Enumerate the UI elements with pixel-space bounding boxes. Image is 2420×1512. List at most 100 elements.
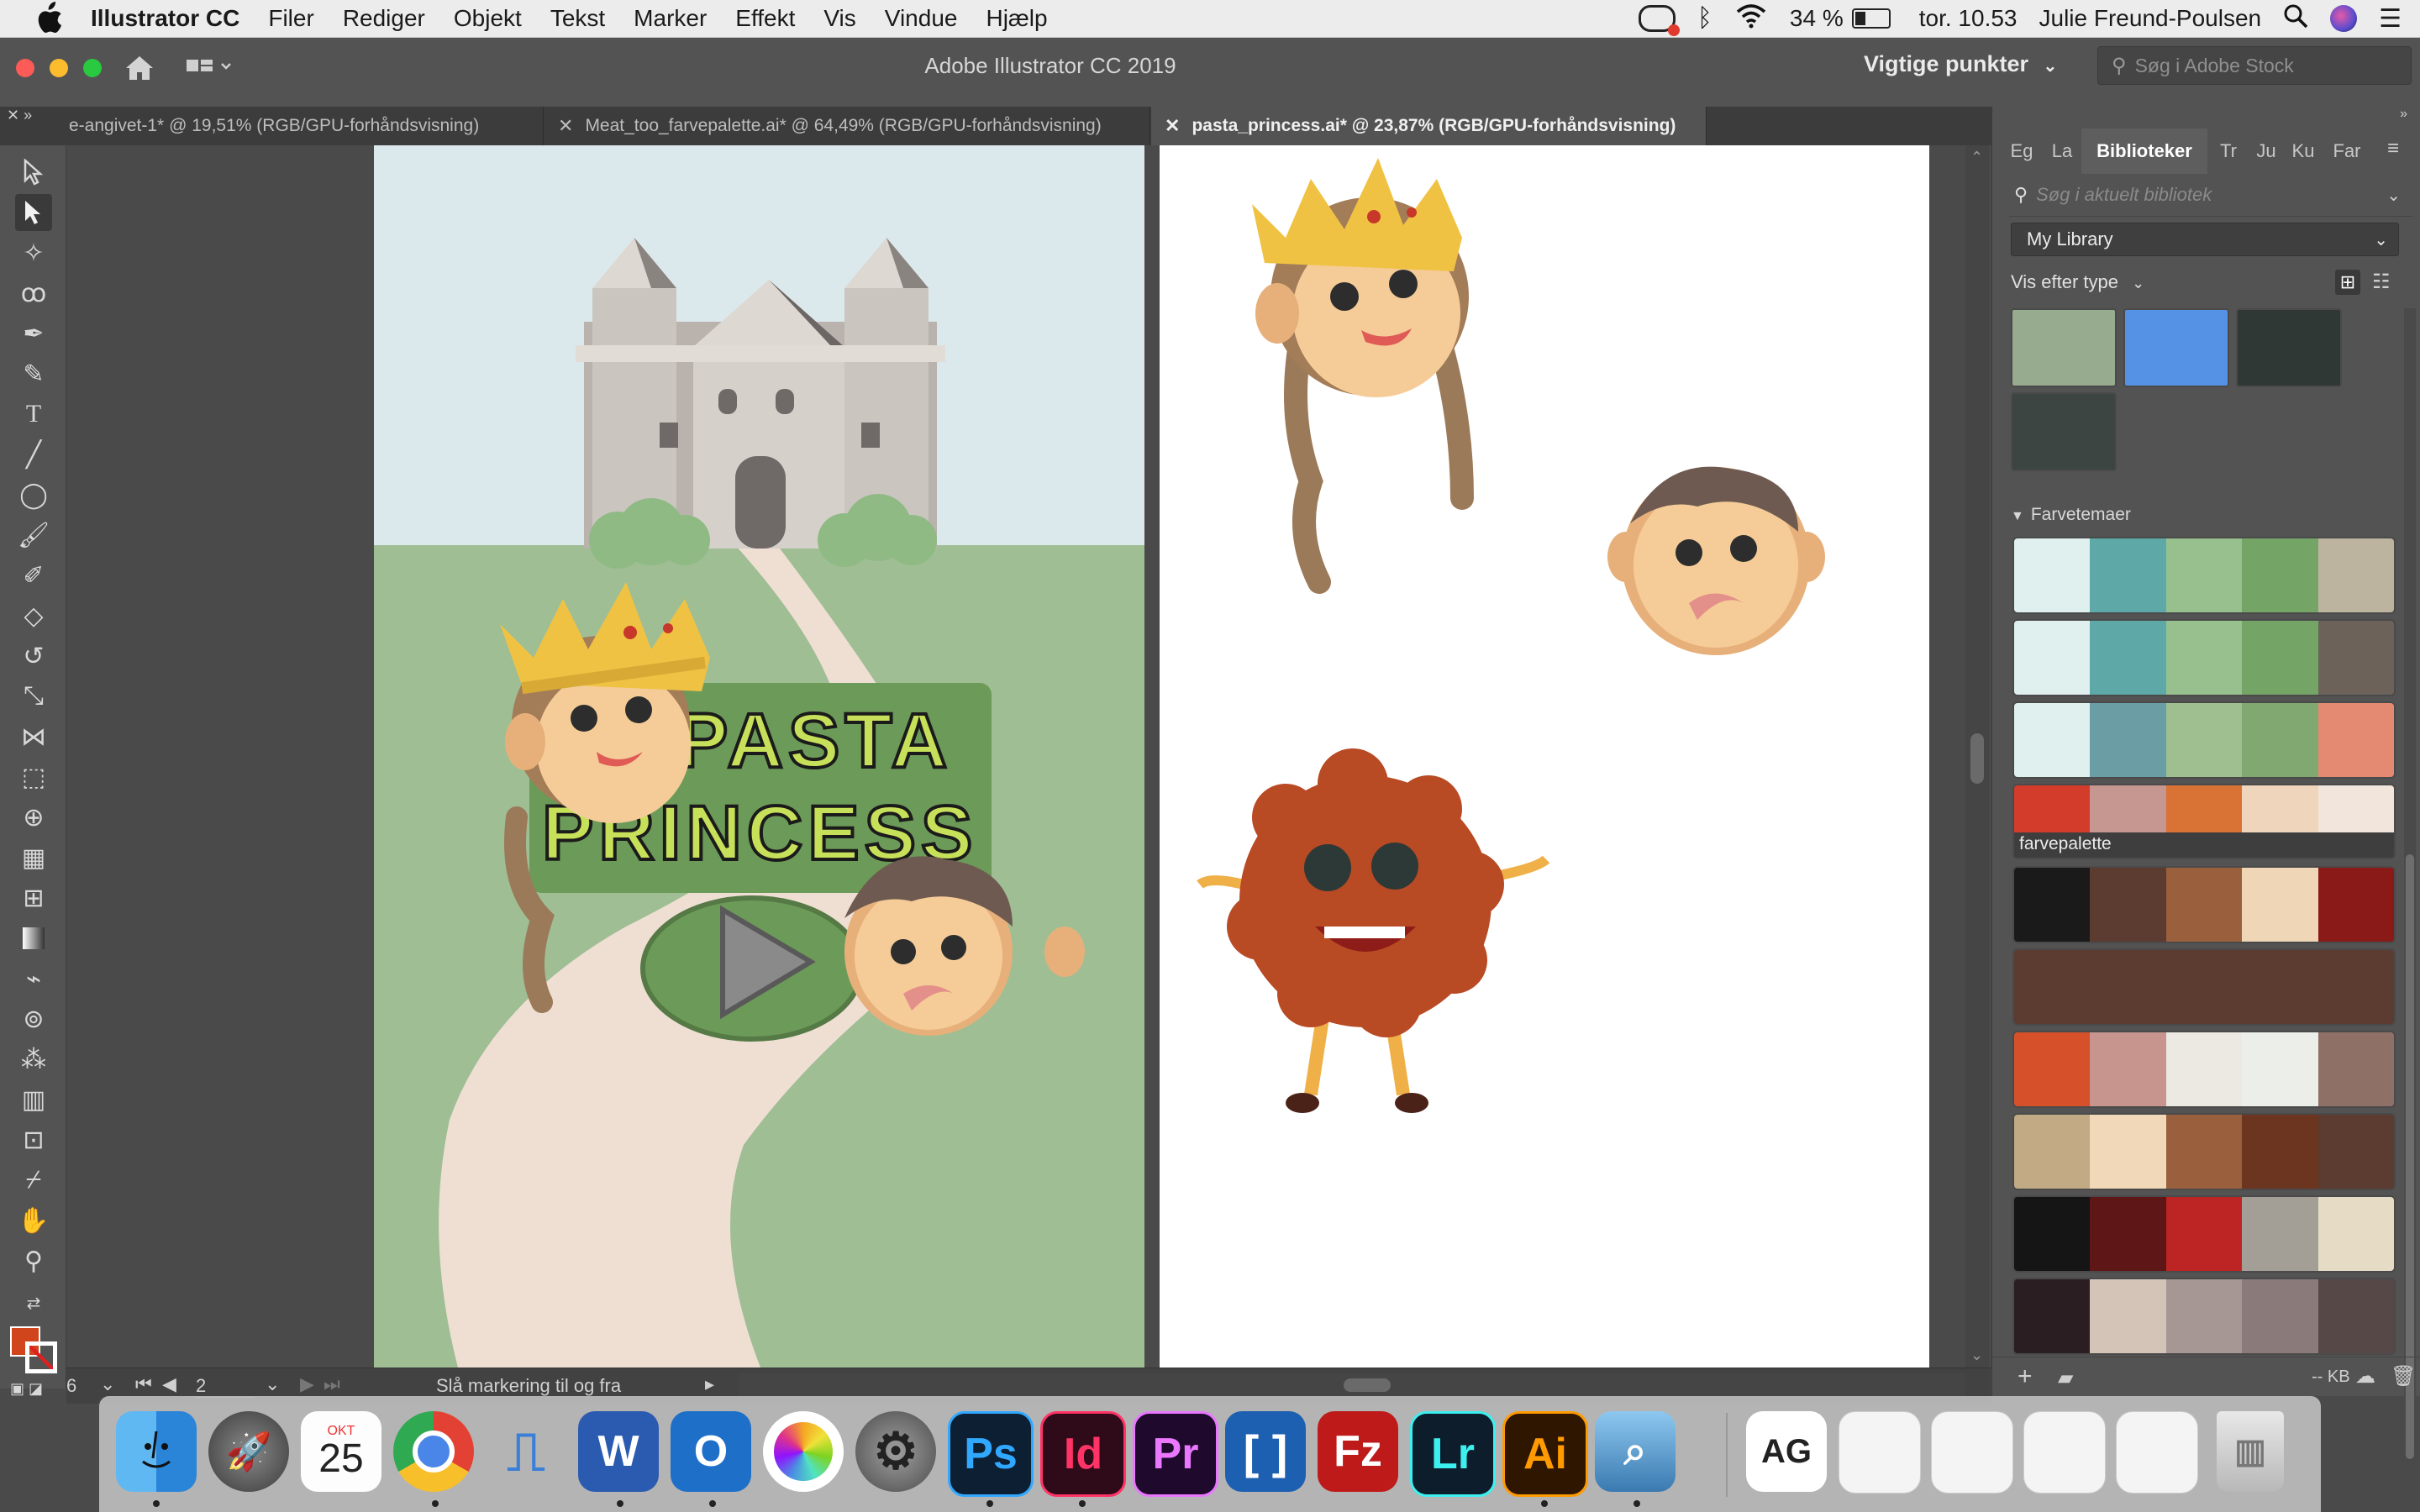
color-theme[interactable]: [2012, 1113, 2396, 1190]
direct-selection-tool-icon[interactable]: [15, 194, 52, 231]
close-window-button[interactable]: [16, 59, 34, 77]
menu-hjaelp[interactable]: Hjælp: [986, 5, 1047, 32]
panel-collapse-icon[interactable]: »: [2400, 107, 2407, 122]
status-menu-arrow-icon[interactable]: ▸: [705, 1373, 714, 1395]
column-graph-tool-icon[interactable]: ▥: [15, 1081, 52, 1118]
tab-pasta-princess[interactable]: ✕ pasta_princess.ai* @ 23,87% (RGB/GPU-f…: [1151, 107, 1707, 145]
perspective-grid-tool-icon[interactable]: ▦: [15, 839, 52, 876]
lightroom-icon[interactable]: Lr: [1410, 1411, 1496, 1497]
library-search-input[interactable]: ⚲ Søg i aktuelt bibliotek ⌄: [2009, 174, 2412, 217]
close-icon[interactable]: ✕: [1165, 115, 1180, 137]
scroll-down-icon[interactable]: ⌄: [1970, 1347, 1983, 1364]
word-icon[interactable]: W: [578, 1411, 659, 1492]
scroll-up-icon[interactable]: ⌃: [1970, 149, 1983, 166]
document-thumbnail-icon[interactable]: [2116, 1411, 2198, 1494]
width-tool-icon[interactable]: ⋈: [15, 718, 52, 755]
launchpad-icon[interactable]: 🚀: [208, 1411, 289, 1492]
color-theme[interactable]: farvepalette: [2012, 784, 2396, 859]
zoom-tool-icon[interactable]: ⚲: [15, 1242, 52, 1279]
color-theme[interactable]: [2012, 866, 2396, 943]
stroke-color-swatch[interactable]: [25, 1341, 57, 1373]
menu-vis[interactable]: Vis: [823, 5, 855, 32]
swap-colors-icon[interactable]: ⇄: [15, 1284, 52, 1321]
eyedropper-tool-icon[interactable]: ⌁: [15, 960, 52, 997]
menu-marker[interactable]: Marker: [634, 5, 707, 32]
collapse-panels-icon[interactable]: ✕ »: [7, 107, 32, 124]
canvas-horizontal-scrollbar[interactable]: [739, 1373, 1965, 1397]
illustrator-icon[interactable]: Ai: [1502, 1411, 1588, 1497]
rotate-tool-icon[interactable]: ↺: [15, 638, 52, 675]
tab-transform[interactable]: Tr: [2209, 129, 2248, 174]
swatch[interactable]: [2011, 392, 2117, 471]
menu-app-name[interactable]: Illustrator CC: [91, 5, 239, 32]
tab-color[interactable]: Far: [2323, 129, 2370, 174]
battery-icon[interactable]: [1851, 8, 1891, 29]
line-tool-icon[interactable]: ╱: [15, 436, 52, 473]
artboard-tool-icon[interactable]: ⊡: [15, 1121, 52, 1158]
menu-vindue[interactable]: Vindue: [885, 5, 958, 32]
scrollbar-thumb[interactable]: [1970, 733, 1984, 784]
trash-icon[interactable]: ▥: [2217, 1411, 2284, 1492]
spotlight-icon[interactable]: [2283, 3, 2308, 34]
canvas-vertical-scrollbar[interactable]: ⌃ ⌄: [1965, 145, 1989, 1368]
drawing-modes-icon[interactable]: ▣ ◪: [10, 1380, 43, 1398]
grid-view-icon[interactable]: ⊞: [2335, 270, 2360, 295]
color-theme[interactable]: [2012, 537, 2396, 614]
next-artboard-icon[interactable]: ▶: [300, 1373, 314, 1395]
tab-eg[interactable]: Eg: [2001, 129, 2043, 174]
zoom-level[interactable]: 6: [66, 1375, 76, 1397]
mesh-tool-icon[interactable]: ⊞: [15, 879, 52, 916]
tab-ku[interactable]: Ku: [2285, 129, 2322, 174]
workspace-switcher[interactable]: Vigtige punkter ⌄: [1864, 51, 2057, 77]
hand-tool-icon[interactable]: ✋: [15, 1202, 52, 1239]
clock[interactable]: tor. 10.53: [1919, 5, 2018, 32]
pen-tool-icon[interactable]: ✒: [15, 315, 52, 352]
arrange-documents-icon[interactable]: [185, 56, 235, 82]
user-name[interactable]: Julie Freund-Poulsen: [2039, 5, 2262, 32]
zoom-window-button[interactable]: [83, 59, 102, 77]
first-artboard-icon[interactable]: ⏮: [135, 1373, 152, 1395]
scale-tool-icon[interactable]: ⤡: [15, 678, 52, 715]
selection-tool-icon[interactable]: [15, 154, 52, 191]
brackets-icon[interactable]: [ ]: [1225, 1411, 1306, 1492]
color-theme[interactable]: [2012, 619, 2396, 696]
color-theme[interactable]: [2012, 948, 2396, 1026]
panel-scrollbar[interactable]: [2404, 308, 2416, 1459]
folder-icon[interactable]: ▰: [2058, 1366, 2073, 1390]
preview-icon[interactable]: ⌕: [1595, 1411, 1676, 1492]
eraser-tool-icon[interactable]: ◇: [15, 597, 52, 634]
magic-wand-tool-icon[interactable]: ✧: [15, 234, 52, 271]
color-theme[interactable]: [2012, 1031, 2396, 1108]
system-preferences-icon[interactable]: ⚙: [855, 1411, 936, 1492]
last-artboard-icon[interactable]: ⏭: [324, 1373, 340, 1395]
color-themes-section-header[interactable]: ▼ Farvetemaer: [2011, 505, 2131, 525]
shaper-tool-icon[interactable]: ✐: [15, 557, 52, 594]
tab-meat-too[interactable]: ✕ Meat_too_farvepalette.ai* @ 64,49% (RG…: [544, 107, 1150, 145]
swatch[interactable]: [2123, 308, 2229, 387]
document-thumbnail-icon[interactable]: [1931, 1411, 2013, 1494]
shape-builder-tool-icon[interactable]: ⊕: [15, 799, 52, 836]
minimize-window-button[interactable]: [50, 59, 68, 77]
premiere-icon[interactable]: Pr: [1133, 1411, 1218, 1497]
chrome-icon[interactable]: [393, 1411, 474, 1492]
slice-tool-icon[interactable]: ⌿: [15, 1162, 52, 1199]
status-toggle-label[interactable]: Slå markering til og fra: [436, 1375, 621, 1397]
menu-filer[interactable]: Filer: [268, 5, 313, 32]
menu-rediger[interactable]: Rediger: [343, 5, 425, 32]
add-content-icon[interactable]: +: [2018, 1362, 2033, 1391]
tab-justify[interactable]: Ju: [2248, 129, 2285, 174]
photoshop-icon[interactable]: Ps: [948, 1411, 1034, 1497]
curvature-tool-icon[interactable]: ✎: [15, 355, 52, 392]
calendar-icon[interactable]: OKT 25: [301, 1411, 381, 1492]
panel-menu-icon[interactable]: ≡: [2387, 137, 2399, 160]
document-thumbnail-icon[interactable]: AG: [1746, 1411, 1827, 1492]
close-icon[interactable]: ✕: [558, 115, 573, 137]
stock-search-input[interactable]: ⚲ Søg i Adobe Stock: [2097, 46, 2412, 85]
previous-artboard-icon[interactable]: ◀: [162, 1373, 176, 1395]
photos-icon[interactable]: [763, 1411, 844, 1492]
sync-cloud-icon[interactable]: ☁: [2355, 1364, 2375, 1389]
symbol-sprayer-tool-icon[interactable]: ⁂: [15, 1041, 52, 1078]
color-theme[interactable]: [2012, 701, 2396, 779]
canvas-area[interactable]: PASTA PRINCESS ⌃ ⌄: [66, 145, 1991, 1373]
zoom-dropdown-icon[interactable]: ⌄: [100, 1373, 115, 1395]
